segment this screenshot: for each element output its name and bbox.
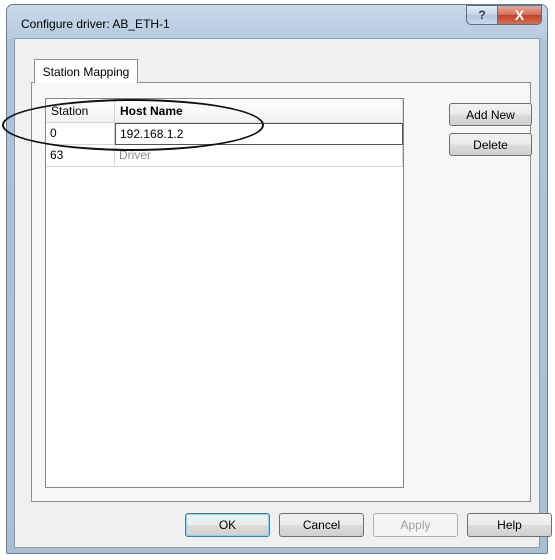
column-header-station[interactable]: Station	[46, 99, 115, 123]
station-cell[interactable]: 63	[46, 145, 115, 167]
help-caption-button[interactable]: ?	[466, 5, 498, 25]
window-title: Configure driver: AB_ETH-1	[21, 17, 170, 31]
column-header-host-name[interactable]: Host Name	[115, 99, 403, 123]
close-icon: X	[514, 7, 525, 23]
title-bar[interactable]: Configure driver: AB_ETH-1 ? X	[7, 5, 547, 35]
apply-button[interactable]: Apply	[373, 513, 458, 537]
tab-label: Station Mapping	[42, 64, 130, 79]
table-row[interactable]: 0 192.168.1.2	[46, 123, 403, 145]
delete-button[interactable]: Delete	[449, 133, 532, 156]
close-button[interactable]: X	[497, 5, 542, 25]
host-name-cell[interactable]: 192.168.1.2	[115, 123, 403, 145]
dialog-client-area: Station Mapping Station Host Name 0 192.…	[14, 38, 552, 548]
question-mark-icon: ?	[478, 8, 486, 22]
station-mapping-table: Station Host Name 0 192.168.1.2 63 Drive…	[45, 98, 404, 488]
dialog-window: Configure driver: AB_ETH-1 ? X Station M…	[6, 4, 552, 554]
host-name-cell[interactable]: Driver	[115, 145, 403, 167]
station-cell[interactable]: 0	[46, 123, 115, 145]
add-new-button[interactable]: Add New	[449, 103, 532, 126]
tab-station-mapping[interactable]: Station Mapping	[34, 59, 138, 83]
cancel-button[interactable]: Cancel	[279, 513, 364, 537]
ok-button[interactable]: OK	[185, 513, 270, 537]
help-button[interactable]: Help	[467, 513, 552, 537]
table-row[interactable]: 63 Driver	[46, 145, 403, 167]
